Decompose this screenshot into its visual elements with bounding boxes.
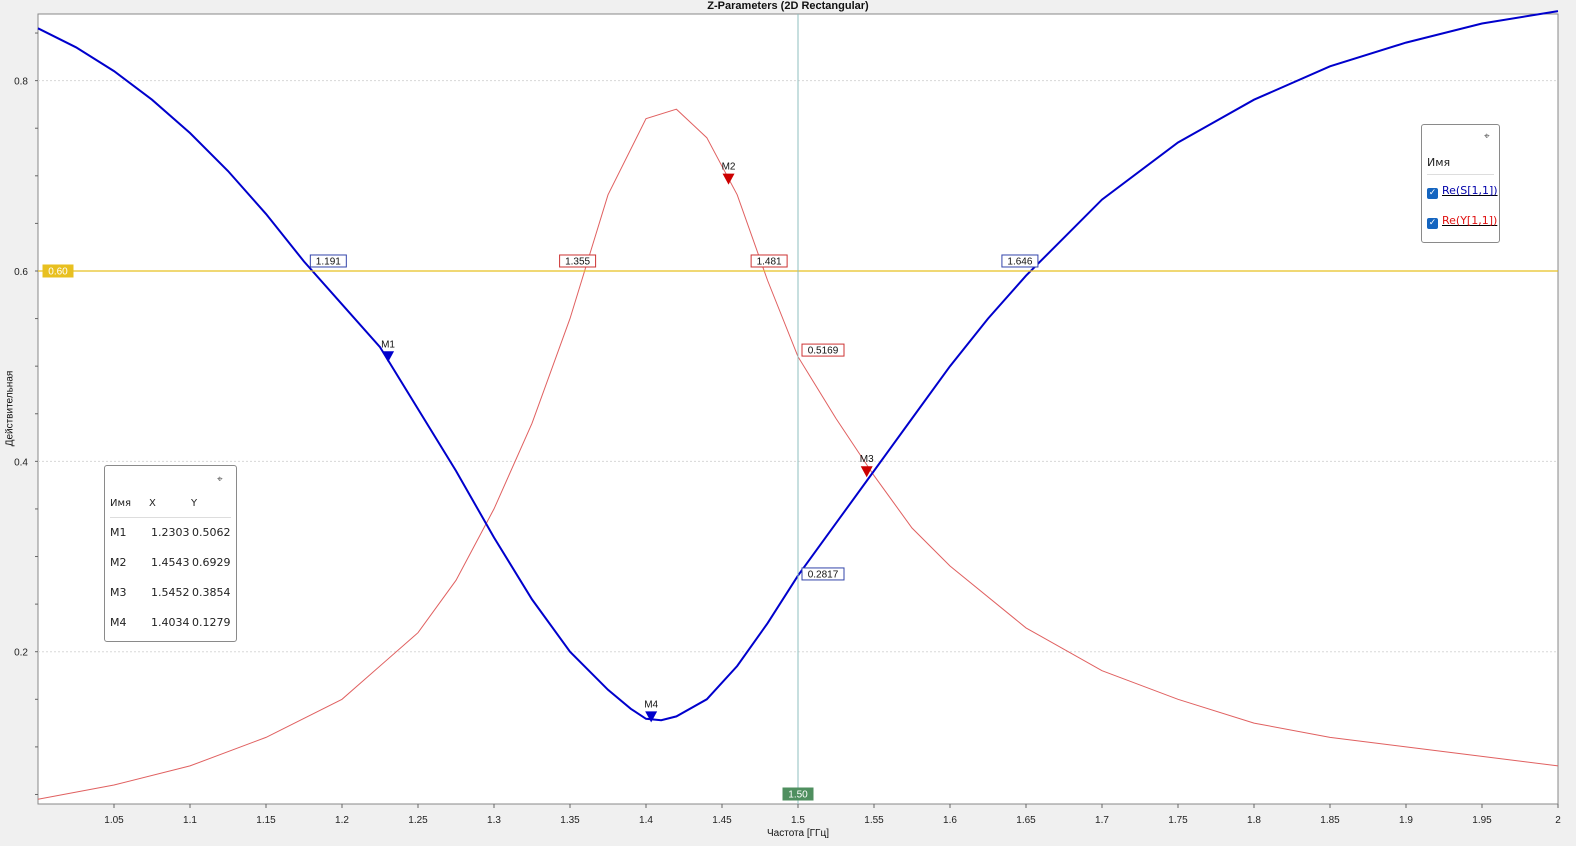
table-cell: 1.2303 [151,526,190,539]
x-tick-label: 2 [1555,815,1561,826]
checkbox-checked-icon[interactable]: ✓ [1427,218,1438,229]
column-header-y: Y [191,498,198,509]
hline-value-label: 0.60 [48,266,68,277]
table-cell: M3 [110,586,127,599]
x-axis-label: Частота [ГГц] [767,828,829,839]
marker-label: M4 [644,699,658,710]
crossing-label: 1.481 [757,256,782,267]
crossing-label: 1.646 [1007,256,1032,267]
checkbox-checked-icon[interactable]: ✓ [1427,188,1438,199]
y-tick-label: 0.8 [14,77,28,88]
table-cell: 0.3854 [192,586,231,599]
table-cell: M1 [110,526,127,539]
marker-label: M3 [860,454,874,465]
table-divider [110,517,231,518]
x-tick-label: 1.25 [408,815,428,826]
legend-panel: ⌖ Имя ✓ Re(S[1,1]) ✓ Re(Y[1,1]) [1421,124,1500,243]
crossing-label: 1.355 [565,256,590,267]
legend-header: Имя [1427,156,1451,169]
x-tick-label: 1.85 [1320,815,1340,826]
legend-item-s11[interactable]: ✓ Re(S[1,1]) [1427,184,1498,199]
x-tick-label: 1.05 [104,815,124,826]
chart-title: Z-Parameters (2D Rectangular) [707,0,869,12]
y-tick-label: 0.6 [14,267,28,278]
table-cell: 1.4543 [151,556,190,569]
pin-icon[interactable]: ⌖ [217,474,223,485]
x-tick-label: 1.2 [335,815,349,826]
column-header-x: X [149,498,156,509]
legend-item-label: Re(S[1,1]) [1442,184,1498,197]
x-tick-label: 1.7 [1095,815,1109,826]
x-tick-label: 1.5 [791,815,805,826]
legend-item-label: Re(Y[1,1]) [1442,214,1498,227]
pin-icon[interactable]: ⌖ [1484,131,1490,142]
table-cell: M4 [110,616,127,629]
x-tick-label: 1.8 [1247,815,1261,826]
column-header-name: Имя [110,498,132,509]
x-tick-label: 1.9 [1399,815,1413,826]
legend-item-y11[interactable]: ✓ Re(Y[1,1]) [1427,214,1497,229]
crossing-label: 0.5169 [808,346,839,357]
y-axis-label: Действительная [4,370,16,447]
x-tick-label: 1.35 [560,815,580,826]
legend-divider [1427,174,1494,175]
crossing-label: 0.2817 [808,569,839,580]
x-tick-label: 1.15 [256,815,276,826]
x-tick-label: 1.75 [1168,815,1188,826]
x-tick-label: 1.55 [864,815,884,826]
marker-label: M1 [381,339,395,350]
table-cell: 1.5452 [151,586,190,599]
y-tick-label: 0.4 [14,457,28,468]
crossing-label: 1.191 [316,256,341,267]
x-tick-label: 1.65 [1016,815,1036,826]
x-tick-label: 1.3 [487,815,501,826]
x-tick-label: 1.1 [183,815,197,826]
x-tick-label: 1.6 [943,815,957,826]
table-cell: M2 [110,556,127,569]
x-tick-label: 1.95 [1472,815,1492,826]
table-cell: 0.5062 [192,526,231,539]
x-tick-label: 1.45 [712,815,732,826]
x-tick-label: 1.4 [639,815,653,826]
vline-value-label: 1.50 [788,790,808,801]
table-cell: 0.1279 [192,616,231,629]
marker-table: ⌖ Имя X Y M1 1.2303 0.5062 M2 1.4543 0.6… [104,465,237,642]
y-tick-label: 0.2 [14,648,28,659]
chart-canvas: 0.2 0.4 0.6 0.8 1.05 1.1 1.15 1.2 1.25 1.3 1.35 1.4… [14,10,1561,826]
table-cell: 0.6929 [192,556,231,569]
table-cell: 1.4034 [151,616,190,629]
marker-label: M2 [722,162,736,173]
